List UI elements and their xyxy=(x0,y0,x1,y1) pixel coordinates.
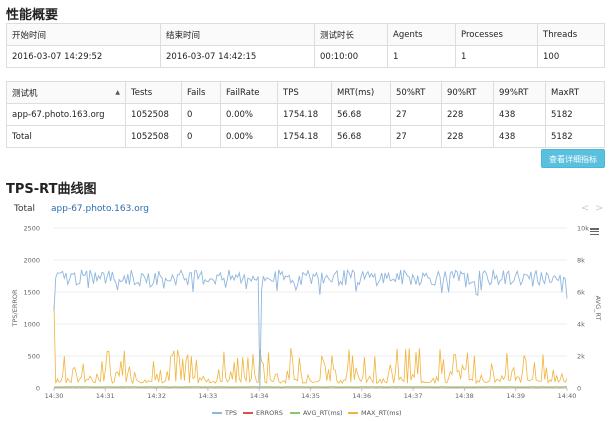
stats-cell: 0.00% xyxy=(220,103,278,126)
stats-cell: 228 xyxy=(441,103,494,126)
x-tick-label: 14:40 xyxy=(558,392,577,400)
summary-cell: 1 xyxy=(387,45,456,68)
legend-label: AVG_RT(ms) xyxy=(303,409,343,417)
y-left-tick-label: 2500 xyxy=(23,225,40,233)
legend-item-errors[interactable]: ERRORS xyxy=(243,409,283,417)
summary-cell: 00:10:00 xyxy=(314,45,388,68)
x-tick-label: 14:35 xyxy=(301,392,320,400)
stats-cell: 228 xyxy=(441,125,494,148)
legend-label: MAX_RT(ms) xyxy=(361,409,402,417)
summary-header-duration: 测试时长 xyxy=(314,23,388,46)
stats-cell: 1754.18 xyxy=(277,125,332,148)
stats-header: 50%RT xyxy=(390,81,442,104)
stats-cell: 1052508 xyxy=(125,103,182,126)
tps-rt-chart: 0 500 1000 1500 2000 2500 0 2k 4k 6k 8k 10k 14:30 14:… xyxy=(11,225,602,401)
table-row: Total 1052508 0 0.00% 1754.18 56.68 27 2… xyxy=(6,125,605,148)
x-tick-label: 14:32 xyxy=(147,392,166,400)
stats-header: TPS xyxy=(277,81,332,104)
summary-cell: 1 xyxy=(455,45,538,68)
legend-label: TPS xyxy=(225,409,238,417)
stats-cell: 56.68 xyxy=(331,125,391,148)
stats-cell: 0 xyxy=(181,103,221,126)
legend-swatch xyxy=(212,412,222,414)
legend-item-avg-rt[interactable]: AVG_RT(ms) xyxy=(290,409,343,417)
series-tps-line xyxy=(53,269,568,389)
x-tick-label: 14:34 xyxy=(250,392,269,400)
chart-menu-icon[interactable] xyxy=(590,228,599,236)
stats-header: 90%RT xyxy=(441,81,494,104)
stats-cell: app-67.photo.163.org xyxy=(6,103,126,126)
pager-next-icon[interactable]: > xyxy=(595,203,603,214)
legend-swatch xyxy=(290,412,300,414)
summary-header-processes: Processes xyxy=(455,23,538,46)
stats-header: 99%RT xyxy=(493,81,546,104)
summary-cell: 2016-03-07 14:42:15 xyxy=(160,45,315,68)
tab-total[interactable]: Total xyxy=(14,204,35,214)
stats-header: MRT(ms) xyxy=(331,81,391,104)
y-left-tick-label: 2000 xyxy=(23,257,40,265)
y-right-tick-label: 2k xyxy=(577,353,585,361)
x-tick-label: 14:38 xyxy=(455,392,474,400)
stats-cell: 56.68 xyxy=(331,103,391,126)
y-right-tick-label: 4k xyxy=(577,321,585,329)
x-tick-label: 14:39 xyxy=(506,392,525,400)
y-right-tick-label: 0 xyxy=(577,385,581,393)
legend-item-tps[interactable]: TPS xyxy=(212,409,237,417)
y-right-tick-label: 10k xyxy=(577,225,589,233)
legend-swatch xyxy=(243,412,253,414)
view-detail-button[interactable]: 查看详细指标 xyxy=(541,149,605,168)
x-tick-label: 14:33 xyxy=(199,392,218,400)
legend-item-max-rt[interactable]: MAX_RT(ms) xyxy=(348,409,402,417)
summary-cell: 2016-03-07 14:29:52 xyxy=(6,45,161,68)
stats-header-label: 测试机 xyxy=(12,88,38,99)
y-left-tick-label: 1000 xyxy=(23,321,40,329)
summary-title: 性能概要 xyxy=(6,8,59,23)
stats-cell: Total xyxy=(6,125,126,148)
summary-header-threads: Threads xyxy=(537,23,605,46)
stats-cell: 5182 xyxy=(545,125,605,148)
sort-up-icon[interactable]: ▲ xyxy=(115,89,120,96)
y-left-tick-label: 0 xyxy=(36,385,40,393)
stats-cell: 5182 xyxy=(545,103,605,126)
stats-cell: 0 xyxy=(181,125,221,148)
summary-table: 开始时间 结束时间 测试时长 Agents Processes Threads … xyxy=(6,23,605,68)
y-right-tick-label: 6k xyxy=(577,289,585,297)
y-left-axis-title: TPS/ERROR xyxy=(11,289,19,327)
stats-cell: 1052508 xyxy=(125,125,182,148)
y-left-tick-label: 500 xyxy=(28,353,40,361)
stats-header: Fails xyxy=(181,81,221,104)
x-tick-label: 14:31 xyxy=(96,392,115,400)
stats-header-host[interactable]: 测试机 ▲ xyxy=(6,81,126,104)
stats-header-row: 测试机 ▲ Tests Fails FailRate TPS MRT(ms) 5… xyxy=(6,81,605,104)
x-tick-label: 14:36 xyxy=(352,392,371,400)
stats-header: FailRate xyxy=(220,81,278,104)
stats-cell: 1754.18 xyxy=(277,103,332,126)
stats-header: Tests xyxy=(125,81,182,104)
stats-cell: 438 xyxy=(493,103,546,126)
tab-host[interactable]: app-67.photo.163.org xyxy=(51,204,149,214)
legend-label: ERRORS xyxy=(256,409,283,417)
summary-header-row: 开始时间 结束时间 测试时长 Agents Processes Threads xyxy=(6,23,605,46)
x-tick-label: 14:37 xyxy=(404,392,423,400)
x-tick-label: 14:30 xyxy=(45,392,64,400)
summary-header-start: 开始时间 xyxy=(6,23,161,46)
summary-data-row: 2016-03-07 14:29:52 2016-03-07 14:42:15 … xyxy=(6,45,605,68)
stats-cell: 27 xyxy=(390,103,442,126)
y-right-axis-title: AVG_RT xyxy=(594,296,602,321)
legend-swatch xyxy=(348,412,358,414)
pager-prev-icon[interactable]: < xyxy=(581,203,589,214)
stats-cell: 27 xyxy=(390,125,442,148)
y-right-tick-label: 8k xyxy=(577,257,585,265)
stats-cell: 438 xyxy=(493,125,546,148)
stats-header: MaxRT xyxy=(545,81,605,104)
summary-header-agents: Agents xyxy=(387,23,456,46)
stats-cell: 0.00% xyxy=(220,125,278,148)
chart-section-title: TPS-RT曲线图 xyxy=(6,182,97,197)
y-left-tick-label: 1500 xyxy=(23,289,40,297)
summary-header-end: 结束时间 xyxy=(160,23,315,46)
series-max-rt-line xyxy=(53,305,568,385)
stats-table: 测试机 ▲ Tests Fails FailRate TPS MRT(ms) 5… xyxy=(6,81,605,148)
table-row: app-67.photo.163.org 1052508 0 0.00% 175… xyxy=(6,103,605,126)
summary-cell: 100 xyxy=(537,45,605,68)
